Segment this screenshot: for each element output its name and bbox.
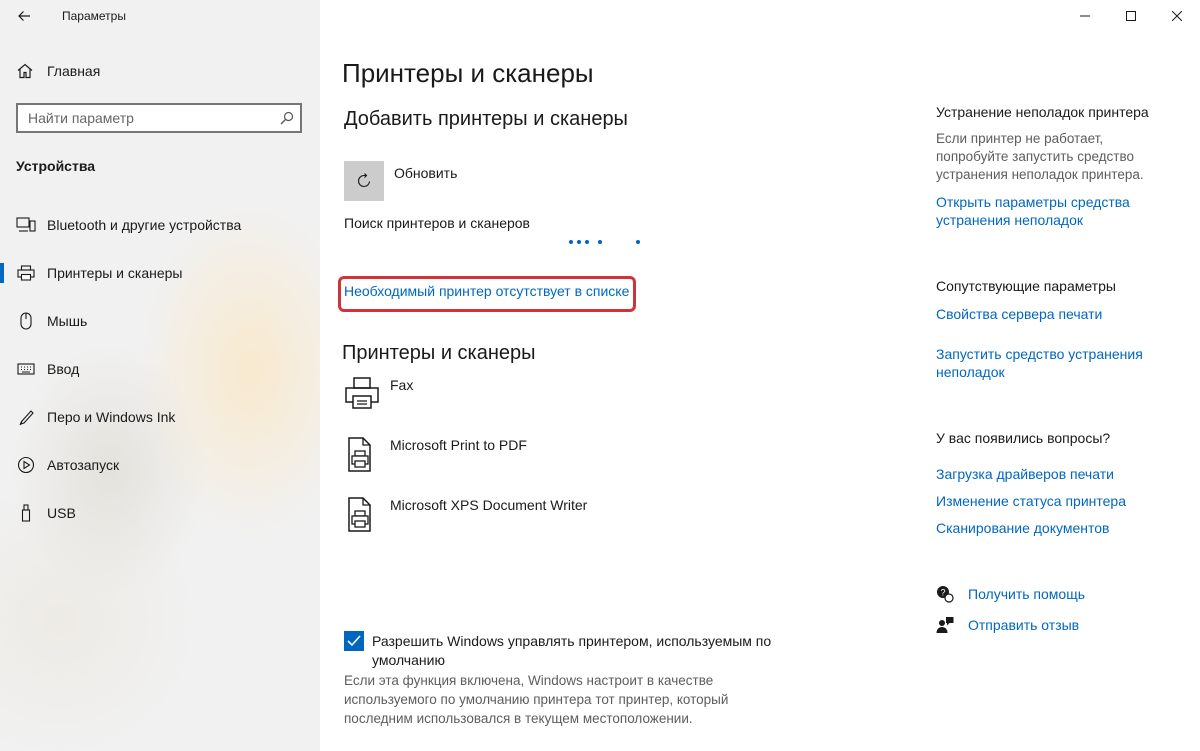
printer-name: Microsoft Print to PDF [390,437,527,453]
mouse-icon [16,311,36,331]
progress-dot [577,240,581,244]
change-printer-status-link[interactable]: Изменение статуса принтера [936,492,1176,510]
related-settings-heading: Сопутствующие параметры [936,278,1116,294]
home-icon [17,63,33,79]
sidebar-item-input[interactable]: Ввод [0,351,320,387]
help-chat-icon: ? [936,585,954,603]
autoplay-icon [16,455,36,475]
sidebar-item-label: Ввод [47,361,80,377]
sidebar-item-label: Перо и Windows Ink [47,409,176,425]
default-printer-checkbox[interactable] [344,631,364,651]
usb-icon [16,503,36,523]
close-button[interactable] [1154,0,1200,32]
sidebar-item-label: Bluetooth и другие устройства [47,217,242,233]
sidebar-item-bluetooth[interactable]: Bluetooth и другие устройства [0,207,320,243]
default-printer-description: Если эта функция включена, Windows настр… [344,673,729,726]
searching-status: Поиск принтеров и сканеров [344,215,530,231]
troubleshoot-text: Если принтер не работает, попробуйте зап… [936,131,1144,182]
minimize-button[interactable] [1062,0,1108,32]
progress-dot [636,240,640,244]
back-arrow-icon [18,11,30,21]
get-help-row[interactable]: ? Получить помощь [936,585,1085,603]
document-printer-icon [348,437,371,472]
back-button[interactable] [10,4,38,28]
sidebar-item-mouse[interactable]: Мышь [0,303,320,339]
run-troubleshooter-link[interactable]: Запустить средство устранения неполадок [936,345,1166,381]
sidebar-item-label: USB [47,505,76,521]
sidebar-item-label: Автозапуск [47,457,120,473]
download-drivers-link[interactable]: Загрузка драйверов печати [936,465,1176,483]
page-title: Принтеры и сканеры [342,58,594,88]
printer-item-xps[interactable]: Microsoft XPS Document Writer [344,496,744,536]
progress-dot [598,240,602,244]
send-feedback-link[interactable]: Отправить отзыв [968,617,1079,633]
maximize-icon [1126,11,1136,21]
print-server-properties-link[interactable]: Свойства сервера печати [936,305,1176,323]
search-box[interactable] [16,103,302,133]
refresh-label[interactable]: Обновить [394,165,457,181]
sidebar-item-label: Принтеры и сканеры [47,265,183,281]
sidebar-home-label: Главная [47,63,101,79]
sidebar-item-pen[interactable]: Перо и Windows Ink [0,399,320,435]
printers-list-heading: Принтеры и сканеры [342,342,536,364]
refresh-icon [358,173,371,188]
missing-printer-link[interactable]: Необходимый принтер отсутствует в списке [344,283,629,299]
scan-documents-link[interactable]: Сканирование документов [936,519,1176,537]
bluetooth-devices-icon [16,215,36,235]
maximize-button[interactable] [1108,0,1154,32]
add-printers-heading: Добавить принтеры и сканеры [344,108,628,130]
printer-name: Microsoft XPS Document Writer [390,497,588,513]
document-printer-icon [348,497,371,532]
progress-dot [585,240,589,244]
questions-heading: У вас появились вопросы? [936,430,1111,446]
sidebar-section-devices: Устройства [16,158,96,174]
pen-icon [16,407,36,427]
printer-name: Fax [390,377,414,393]
refresh-button[interactable] [344,161,384,201]
sidebar-home[interactable]: Главная [16,62,100,80]
get-help-link[interactable]: Получить помощь [968,586,1085,602]
missing-printer-highlight: Необходимый принтер отсутствует в списке [338,276,636,312]
sidebar: Параметры Главная Устройства Bluetooth и… [0,0,320,751]
sidebar-item-usb[interactable]: USB [0,495,320,531]
troubleshoot-settings-link[interactable]: Открыть параметры средства устранения не… [936,193,1176,229]
sidebar-item-printers[interactable]: Принтеры и сканеры [0,255,320,291]
search-input[interactable] [28,110,268,126]
feedback-person-icon [936,616,954,634]
main-content: Принтеры и сканеры Добавить принтеры и с… [320,0,1200,751]
feedback-row[interactable]: Отправить отзыв [936,616,1079,634]
progress-dot [569,240,573,244]
sidebar-item-label: Мышь [47,313,88,329]
printer-item-fax[interactable]: Fax [344,376,744,416]
default-printer-label[interactable]: Разрешить Windows управлять принтером, и… [372,632,792,670]
keyboard-icon [16,359,36,379]
svg-text:?: ? [940,588,945,598]
window-title: Параметры [62,9,126,23]
printer-item-pdf[interactable]: Microsoft Print to PDF [344,436,744,476]
troubleshoot-heading: Устранение неполадок принтера [936,104,1149,120]
search-icon[interactable] [280,111,294,125]
fax-printer-icon [345,377,379,409]
checkmark-icon [347,635,361,647]
sidebar-item-autoplay[interactable]: Автозапуск [0,447,320,483]
close-icon [1172,11,1182,21]
printer-icon [16,263,36,283]
minimize-icon [1080,15,1090,17]
